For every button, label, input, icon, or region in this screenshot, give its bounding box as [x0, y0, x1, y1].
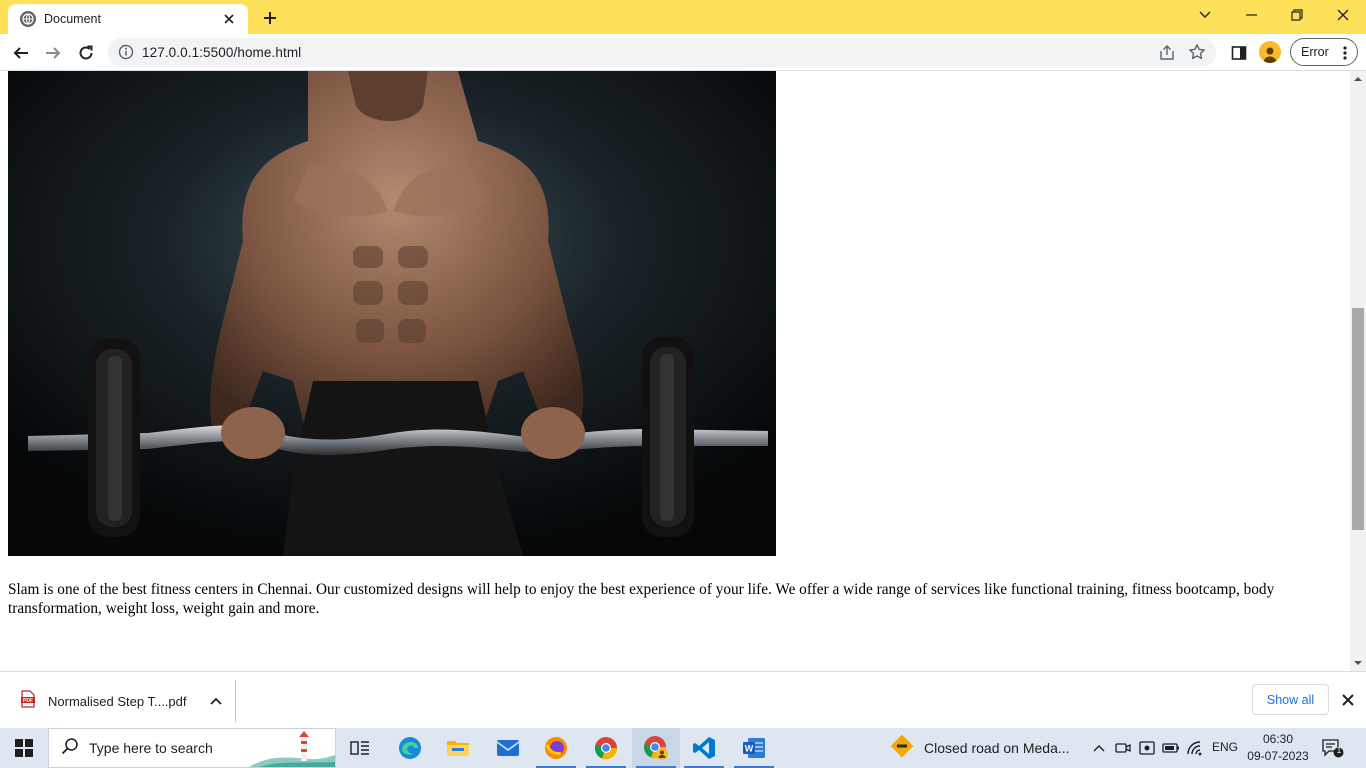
show-hidden-icons-chevron-icon[interactable] [1090, 739, 1108, 757]
windows-taskbar: Type here to search W Closed road on Med… [0, 728, 1366, 768]
screen-capture-icon[interactable] [1138, 739, 1156, 757]
more-menu-icon[interactable] [1343, 46, 1347, 60]
new-tab-button[interactable] [258, 6, 282, 30]
download-shelf: PDF Normalised Step T....pdf Show all [0, 671, 1366, 728]
windows-start-button[interactable] [0, 728, 48, 768]
fitness-center-description: Slam is one of the best fitness centers … [8, 581, 1275, 617]
meet-now-icon[interactable] [1114, 739, 1132, 757]
task-view-icon[interactable] [336, 728, 384, 768]
pdf-file-icon: PDF [20, 689, 36, 713]
input-language-indicator[interactable]: ENG [1212, 740, 1238, 754]
scroll-up-arrow-icon[interactable] [1350, 71, 1366, 87]
globe-icon [20, 11, 36, 27]
page-scrollbar[interactable] [1350, 71, 1366, 671]
minimize-button[interactable] [1228, 0, 1274, 30]
notification-center-icon[interactable]: 1 [1322, 738, 1344, 758]
edge-browser-icon[interactable] [386, 728, 434, 768]
chrome-icon[interactable] [582, 728, 630, 768]
page-viewport: Slam is one of the best fitness centers … [0, 71, 1350, 671]
mail-icon[interactable] [484, 728, 532, 768]
search-icon [61, 737, 79, 760]
url-text: 127.0.0.1:5500/home.html [142, 45, 302, 60]
tab-close-icon[interactable] [220, 10, 238, 28]
browser-toolbar: 127.0.0.1:5500/home.html Error [0, 34, 1366, 71]
word-icon[interactable]: W [730, 728, 778, 768]
clock-time: 06:30 [1262, 732, 1294, 746]
address-bar[interactable]: 127.0.0.1:5500/home.html [108, 38, 1216, 67]
reload-button[interactable] [73, 40, 99, 66]
side-panel-icon[interactable] [1226, 40, 1252, 66]
wifi-icon[interactable] [1186, 739, 1204, 757]
bookmark-star-icon[interactable] [1188, 43, 1206, 61]
file-explorer-icon[interactable] [434, 728, 482, 768]
clock-date: 09-07-2023 [1247, 749, 1309, 763]
tab-title: Document [44, 12, 101, 26]
close-window-button[interactable] [1320, 0, 1366, 30]
show-all-downloads-button[interactable]: Show all [1252, 684, 1329, 715]
download-file-name: Normalised Step T....pdf [48, 693, 187, 709]
system-clock[interactable]: 06:30 09-07-2023 [1244, 731, 1312, 765]
back-button[interactable] [8, 40, 34, 66]
scroll-down-arrow-icon[interactable] [1350, 655, 1366, 671]
vscode-icon[interactable] [680, 728, 728, 768]
road-closed-icon [890, 734, 914, 763]
search-highlight-art-icon [249, 729, 335, 767]
profile-avatar[interactable] [1259, 41, 1281, 63]
close-download-shelf-icon[interactable] [1336, 688, 1360, 712]
chrome-profile-icon[interactable] [632, 728, 680, 768]
profile-error-label: Error [1301, 45, 1329, 59]
battery-icon[interactable] [1162, 739, 1180, 757]
tab-search-chevron-icon[interactable] [1182, 0, 1228, 30]
news-widget[interactable]: Closed road on Meda... [890, 728, 1080, 768]
news-headline: Closed road on Meda... [924, 740, 1070, 756]
profile-error-button[interactable]: Error [1290, 38, 1358, 66]
search-placeholder: Type here to search [89, 740, 213, 756]
browser-titlebar: Document [0, 0, 1366, 34]
share-icon[interactable] [1158, 44, 1176, 62]
scrollbar-thumb[interactable] [1352, 308, 1364, 530]
svg-text:W: W [745, 744, 754, 754]
taskbar-search-box[interactable]: Type here to search [48, 728, 336, 768]
restore-button[interactable] [1274, 0, 1320, 30]
forward-button[interactable] [40, 40, 66, 66]
hero-image [8, 71, 776, 556]
chevron-up-icon[interactable] [205, 690, 227, 712]
browser-tab[interactable]: Document [8, 4, 248, 34]
download-item[interactable]: PDF Normalised Step T....pdf [8, 680, 236, 722]
notification-count-badge: 1 [1336, 746, 1342, 755]
firefox-icon[interactable] [532, 728, 580, 768]
site-info-icon[interactable] [118, 44, 134, 60]
svg-text:PDF: PDF [23, 697, 33, 703]
